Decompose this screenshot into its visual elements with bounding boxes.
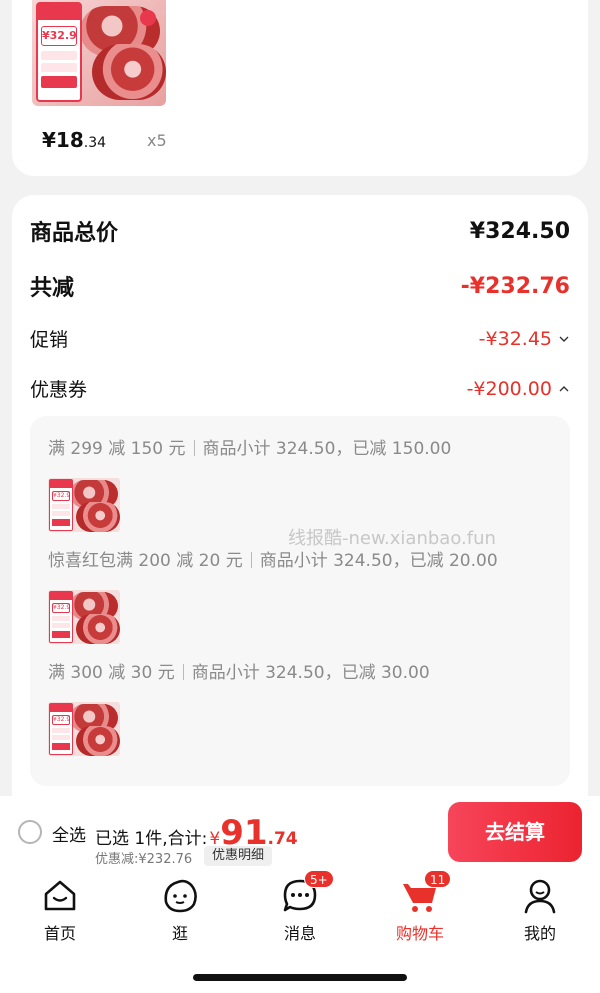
message-icon: 5+ bbox=[280, 870, 334, 916]
tab-browse[interactable]: 逛 bbox=[120, 876, 240, 944]
coupon-row[interactable]: 优惠券 -¥200.00 bbox=[30, 375, 570, 402]
promo-label: 促销 bbox=[30, 329, 69, 351]
bottom-tab-bar: 首页 逛 5+ 消息 11 购物车 我的 bbox=[0, 868, 600, 993]
thumb-tag-price: ¥32.9 bbox=[52, 715, 71, 725]
cart-icon: 11 bbox=[400, 870, 452, 916]
cart-item-card: ¥32.9 ¥18.34 x5 bbox=[12, 0, 588, 176]
item-quantity: x5 bbox=[147, 131, 167, 150]
coupon-line: 满 299 减 150 元商品小计 324.50，已减 150.00 bbox=[48, 434, 451, 459]
item-price: ¥18.34 bbox=[42, 128, 106, 152]
coupon-detail-panel: 满 299 减 150 元商品小计 324.50，已减 150.00 ¥32.9… bbox=[30, 416, 570, 786]
home-indicator bbox=[193, 974, 407, 981]
coupon-detail: 商品小计 324.50，已减 30.00 bbox=[191, 663, 430, 683]
total-amount-dec: .74 bbox=[267, 829, 298, 849]
coupon-product-thumb: ¥32.9 bbox=[48, 478, 120, 532]
coupon-detail: 商品小计 324.50，已减 20.00 bbox=[259, 551, 498, 571]
meat-slice-graphic bbox=[92, 44, 166, 100]
discount-detail-button[interactable]: 优惠明细 bbox=[204, 846, 273, 866]
coupon-name: 满 300 减 30 元 bbox=[48, 663, 175, 683]
reduce-label: 共减 bbox=[30, 276, 75, 301]
thumb-tag-price: ¥32.9 bbox=[52, 491, 71, 501]
message-badge: 5+ bbox=[304, 870, 334, 888]
chevron-down-icon[interactable] bbox=[558, 333, 570, 345]
promo-value: -¥32.45 bbox=[478, 327, 552, 350]
watermark: 线报酷-new.xianbao.fun bbox=[288, 528, 496, 549]
selected-count: 已选 1件,合计: bbox=[95, 829, 208, 849]
reduce-value: -¥232.76 bbox=[460, 273, 570, 299]
total-row: 商品总价 ¥324.50 bbox=[30, 215, 570, 247]
browse-face-icon bbox=[160, 876, 200, 916]
home-icon bbox=[40, 876, 80, 916]
profile-icon bbox=[520, 876, 560, 916]
coupon-line: 满 300 减 30 元商品小计 324.50，已减 30.00 bbox=[48, 658, 430, 683]
chevron-up-icon[interactable] bbox=[558, 383, 570, 395]
total-label: 商品总价 bbox=[30, 221, 119, 246]
coupon-name: 惊喜红包满 200 减 20 元 bbox=[48, 551, 243, 571]
tab-cart[interactable]: 11 购物车 bbox=[360, 870, 480, 944]
item-price-dec: .34 bbox=[83, 135, 107, 151]
tab-label: 逛 bbox=[171, 924, 188, 943]
total-value: ¥324.50 bbox=[469, 218, 570, 244]
price-summary-card: 商品总价 ¥324.50 共减 -¥232.76 促销 -¥32.45 优惠券 … bbox=[12, 195, 588, 835]
selected-total: 已选 1件,合计: ¥ 91 .74 bbox=[95, 813, 298, 853]
tab-label: 首页 bbox=[43, 924, 76, 943]
tab-label: 消息 bbox=[283, 924, 316, 943]
select-all-label[interactable]: 全选 bbox=[52, 821, 86, 846]
select-all-checkbox[interactable] bbox=[18, 820, 42, 844]
checkout-button[interactable]: 去结算 bbox=[448, 802, 582, 862]
tab-label: 我的 bbox=[523, 924, 556, 943]
tag-price: ¥32.9 bbox=[41, 26, 77, 46]
thumb-tag-price: ¥32.9 bbox=[52, 603, 71, 613]
tab-messages[interactable]: 5+ 消息 bbox=[240, 870, 360, 944]
corner-badge bbox=[140, 10, 156, 26]
total-amount-int: 91 bbox=[220, 813, 268, 853]
coupon-label: 优惠券 bbox=[30, 379, 88, 401]
tab-label: 购物车 bbox=[395, 924, 444, 943]
coupon-value: -¥200.00 bbox=[466, 377, 552, 400]
cart-badge: 11 bbox=[424, 870, 452, 888]
coupon-detail: 商品小计 324.50，已减 150.00 bbox=[202, 439, 452, 459]
discount-amount: 优惠减:¥232.76 bbox=[95, 852, 193, 867]
promo-tag-graphic: ¥32.9 bbox=[36, 2, 82, 102]
coupon-product-thumb: ¥32.9 bbox=[48, 590, 120, 644]
coupon-name: 满 299 减 150 元 bbox=[48, 439, 186, 459]
tab-profile[interactable]: 我的 bbox=[480, 876, 600, 944]
coupon-product-thumb: ¥32.9 bbox=[48, 702, 120, 756]
tab-home[interactable]: 首页 bbox=[0, 876, 120, 944]
item-price-int: ¥18 bbox=[42, 128, 84, 152]
checkout-bar: 全选 已选 1件,合计: ¥ 91 .74 优惠减:¥232.76 优惠明细 去… bbox=[0, 796, 600, 868]
reduce-row: 共减 -¥232.76 bbox=[30, 270, 570, 302]
promo-row[interactable]: 促销 -¥32.45 bbox=[30, 325, 570, 352]
